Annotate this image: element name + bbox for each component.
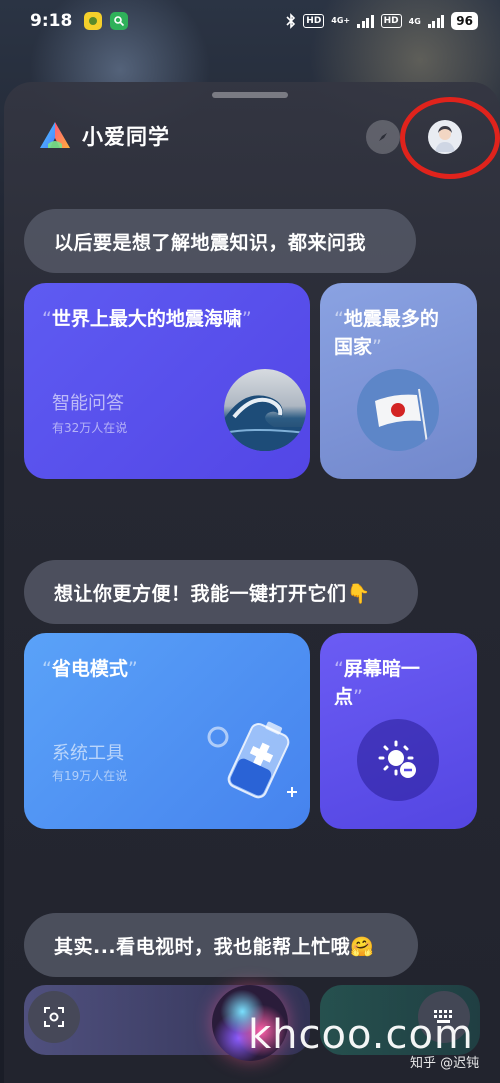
- card-quote: “省电模式”: [42, 658, 138, 680]
- prompt-text: 想让你更方便！我能一键打开它们👇: [54, 582, 371, 605]
- prompt-bubble-earthquake: 以后要是想了解地震知识，都来问我: [24, 209, 416, 273]
- suggestion-card-power-saving[interactable]: “省电模式” 系统工具 有19万人在说: [24, 633, 310, 829]
- network-type-1: 4G+: [331, 16, 351, 25]
- prompt-text: 以后要是想了解地震知识，都来问我: [54, 231, 367, 254]
- network-type-2: 4G: [408, 16, 421, 26]
- card-quote: “世界上最大的地震海啸”: [42, 308, 252, 330]
- app-logo-icon: [40, 122, 70, 148]
- hd-badge-1: HD: [303, 14, 325, 28]
- notification-search-icon: [110, 12, 129, 30]
- prompt-bubble-tv: 其实...看电视时，我也能帮上忙哦🤗: [24, 913, 418, 977]
- battery-indicator: 96: [451, 12, 478, 30]
- signal-strength-icon-2: [427, 14, 445, 28]
- brightness-circle: [357, 719, 439, 801]
- card-category: 智能问答: [52, 393, 124, 414]
- flag-image: [357, 369, 439, 451]
- signal-strength-icon-1: [357, 14, 374, 28]
- suggestion-card-country[interactable]: “地震最多的 国家”: [320, 283, 477, 479]
- status-bar: 9:18 HD 4G+ HD 4G 96: [0, 0, 500, 42]
- app-title: 小爱同学: [82, 125, 170, 149]
- explore-button[interactable]: [366, 120, 400, 154]
- card-quote: “地震最多的 国家”: [334, 308, 439, 358]
- header: 小爱同学: [38, 118, 170, 154]
- hd-badge-2: HD: [380, 14, 402, 28]
- prompt-text: 其实...看电视时，我也能帮上忙哦🤗: [54, 935, 375, 958]
- bluetooth-icon: [286, 13, 296, 29]
- compass-icon: [379, 133, 387, 141]
- card-usage-count: 有32万人在说: [52, 421, 128, 435]
- prompt-bubble-shortcuts: 想让你更方便！我能一键打开它们👇: [24, 560, 418, 624]
- scan-icon: [44, 1007, 64, 1027]
- suggestion-card-tsunami[interactable]: “世界上最大的地震海啸” 智能问答 有32万人在说: [24, 283, 310, 479]
- battery-plus-icon: [207, 721, 297, 799]
- scan-button[interactable]: [28, 991, 80, 1043]
- notification-app-icon: [84, 12, 103, 30]
- card-category: 系统工具: [52, 743, 124, 764]
- drag-handle[interactable]: [212, 92, 288, 98]
- status-time: 9:18: [30, 11, 73, 31]
- tsunami-wave-image: [224, 369, 306, 451]
- suggestion-card-screen-dim[interactable]: “屏幕暗一 点”: [320, 633, 477, 829]
- annotation-circle: [400, 97, 500, 179]
- card-usage-count: 有19万人在说: [52, 769, 128, 783]
- card-quote: “屏幕暗一 点”: [334, 658, 420, 708]
- watermark-zhihu: 知乎 @迟钝: [410, 1056, 480, 1071]
- brightness-minus-icon: [378, 740, 416, 778]
